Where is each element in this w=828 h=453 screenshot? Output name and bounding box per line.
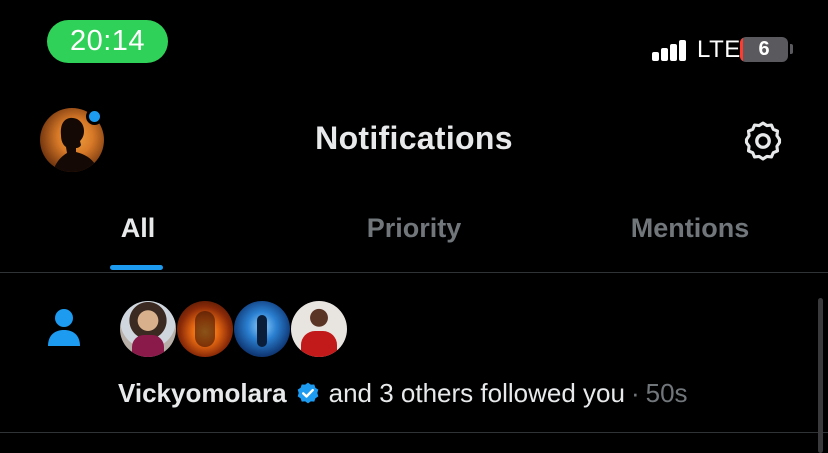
- follower-avatar[interactable]: [177, 301, 233, 357]
- notification-time: 50s: [645, 378, 688, 408]
- battery-nub: [790, 44, 793, 54]
- notification-tabs: All Priority Mentions: [0, 195, 828, 273]
- signal-bars-icon: [652, 40, 688, 61]
- notification-message: and 3 others followed you: [328, 378, 625, 408]
- page-title: Notifications: [315, 120, 513, 156]
- notification-username[interactable]: Vickyomolara: [118, 378, 287, 409]
- battery-icon: 6: [740, 37, 788, 62]
- gear-icon[interactable]: [741, 119, 785, 163]
- battery-level: 6: [758, 38, 770, 60]
- person-icon: [46, 308, 82, 348]
- notification-item[interactable]: Vickyomolara and 3 others followed you ·…: [0, 274, 828, 433]
- scrollbar[interactable]: [818, 298, 823, 453]
- tab-label: Priority: [366, 213, 462, 243]
- status-time: 20:14: [47, 20, 168, 63]
- tab-all[interactable]: All: [0, 195, 276, 272]
- verified-badge-icon: [297, 382, 318, 403]
- tab-mentions[interactable]: Mentions: [552, 195, 828, 272]
- tab-label: Mentions: [630, 213, 750, 243]
- notification-text: Vickyomolara and 3 others followed you ·…: [118, 378, 688, 409]
- separator-dot: ·: [630, 378, 640, 408]
- active-tab-indicator: [110, 265, 163, 270]
- header: Notifications: [0, 100, 828, 180]
- follower-avatar[interactable]: [291, 301, 347, 357]
- status-bar: 20:14 LTE 6: [0, 0, 828, 90]
- tab-label: All: [120, 213, 156, 243]
- tab-priority[interactable]: Priority: [276, 195, 552, 272]
- follower-avatar[interactable]: [120, 301, 176, 357]
- network-type: LTE: [697, 36, 741, 63]
- follower-avatar[interactable]: [234, 301, 290, 357]
